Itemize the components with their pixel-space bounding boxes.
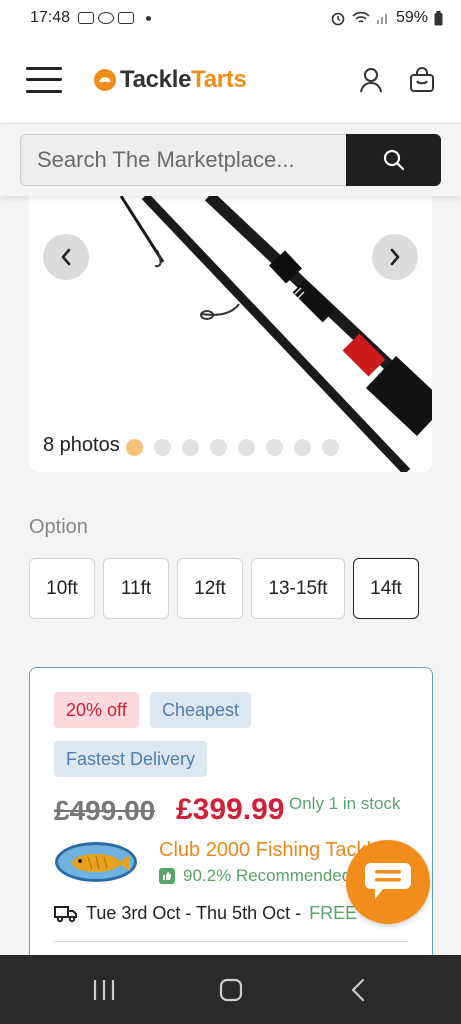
home-icon (219, 978, 242, 1001)
notification-icon (98, 12, 115, 24)
option-selector: 10ft 11ft 12ft 13-15ft 14ft (29, 558, 419, 619)
delivery-info: Tue 3rd Oct - Thu 5th Oct - FREE (54, 903, 357, 924)
gallery-dot[interactable] (294, 439, 311, 456)
more-notifications-icon (146, 15, 152, 21)
search-button[interactable] (346, 134, 441, 186)
search-icon (383, 149, 404, 171)
logo-mark-icon (94, 68, 116, 91)
home-button[interactable] (201, 965, 261, 1015)
status-time: 17:48 (30, 9, 71, 26)
seller-rating: 90.2% Recommended (159, 866, 351, 886)
wifi-icon (352, 11, 370, 23)
photo-count: 8 photos (43, 434, 120, 456)
option-11ft[interactable]: 11ft (103, 558, 169, 619)
gallery-dot[interactable] (266, 439, 283, 456)
cheapest-badge: Cheapest (150, 692, 252, 728)
search-bar (0, 124, 461, 196)
user-icon[interactable] (359, 67, 383, 93)
gallery-dot[interactable] (154, 439, 171, 456)
product-photo[interactable] (29, 196, 432, 472)
gallery-prev-button[interactable] (43, 234, 89, 280)
offer-card[interactable]: 20% off Cheapest Fastest Delivery £499.0… (29, 667, 433, 967)
recommended-percent: 90.2% Recommended (183, 866, 352, 885)
search-input[interactable] (20, 134, 346, 186)
basket-icon[interactable] (409, 66, 435, 93)
gallery-dot[interactable] (126, 439, 143, 456)
menu-icon[interactable] (26, 66, 62, 93)
thumbs-up-icon (159, 868, 175, 884)
fastest-delivery-badge: Fastest Delivery (54, 741, 208, 777)
option-13-15ft[interactable]: 13-15ft (251, 558, 345, 619)
gallery-dots (126, 439, 339, 456)
gallery-dot[interactable] (210, 439, 227, 456)
option-label: Option (29, 516, 88, 538)
option-10ft[interactable]: 10ft (29, 558, 95, 619)
was-price: £499.00 (54, 795, 156, 826)
product-gallery: 8 photos (29, 196, 432, 472)
site-header: Tackle Tarts (0, 36, 461, 124)
status-bar: 17:48 59% (0, 0, 461, 36)
logo-text-secondary: Tarts (191, 65, 247, 93)
seller-logo[interactable] (54, 841, 138, 883)
back-button[interactable] (328, 965, 388, 1015)
recent-apps-icon (93, 979, 114, 1000)
battery-icon (434, 10, 443, 25)
gallery-dot[interactable] (182, 439, 199, 456)
current-price: £399.99 (176, 793, 285, 826)
logo-text-primary: Tackle (120, 65, 192, 93)
gallery-dot[interactable] (238, 439, 255, 456)
chevron-left-icon (61, 248, 71, 266)
seller-name[interactable]: Club 2000 Fishing Tackle (159, 839, 382, 862)
discount-badge: 20% off (54, 692, 139, 728)
divider (54, 941, 408, 942)
signal-icon (376, 14, 387, 24)
chat-icon (365, 863, 411, 899)
gallery-dot[interactable] (322, 439, 339, 456)
gallery-next-button[interactable] (372, 234, 418, 280)
option-12ft[interactable]: 12ft (177, 558, 243, 619)
recent-apps-button[interactable] (74, 965, 134, 1015)
notification-icon (78, 12, 95, 24)
alarm-icon (331, 12, 345, 26)
chevron-right-icon (390, 248, 400, 266)
delivery-dates: Tue 3rd Oct - Thu 5th Oct - (86, 903, 302, 923)
back-icon (351, 978, 364, 1001)
chat-button[interactable] (346, 840, 430, 924)
delivery-cost: FREE (309, 903, 358, 923)
site-logo[interactable]: Tackle Tarts (94, 66, 247, 94)
truck-icon (54, 905, 77, 922)
ring-icon (118, 12, 135, 24)
stock-status: Only 1 in stock (289, 794, 401, 813)
system-nav-bar (0, 955, 461, 1024)
option-14ft[interactable]: 14ft (353, 558, 419, 619)
battery-percent: 59% (395, 9, 428, 26)
